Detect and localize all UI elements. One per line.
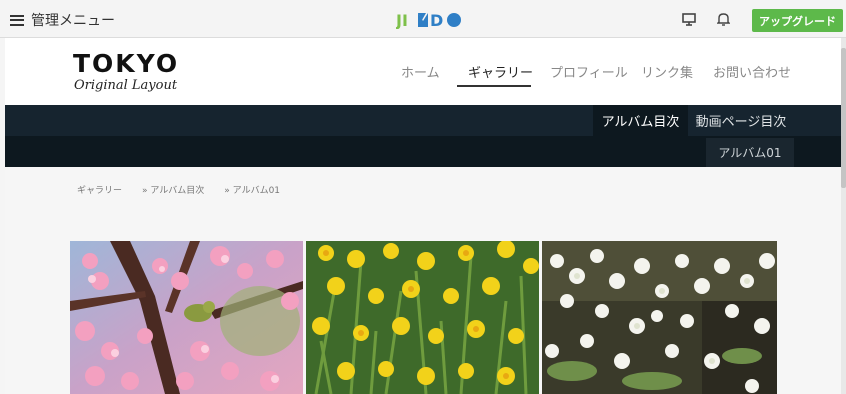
jimdo-logo-mark: JI D	[396, 11, 461, 29]
site-logo-main: TOKYO	[73, 49, 180, 78]
main-content: ギャラリー » アルバム目次 » アルバム01	[5, 167, 841, 394]
subnav-level2: アルバム01	[5, 136, 841, 167]
monitor-icon[interactable]	[679, 10, 699, 28]
scrollbar-thumb[interactable]	[841, 48, 846, 188]
subnav-album-index[interactable]: アルバム目次	[593, 105, 688, 136]
breadcrumb-gallery[interactable]: ギャラリー	[77, 183, 122, 196]
admin-bar: 管理メニュー JI D アップグレード	[0, 0, 846, 38]
upgrade-button[interactable]: アップグレード	[752, 9, 843, 32]
site-logo-sub: Original Layout	[74, 78, 178, 93]
subnav-level1: アルバム目次 動画ページ目次	[5, 105, 841, 136]
nav-item-gallery[interactable]: ギャラリー	[468, 62, 533, 81]
breadcrumb: ギャラリー » アルバム目次 » アルバム01	[77, 183, 280, 196]
svg-text:D: D	[430, 11, 443, 29]
breadcrumb-album-index[interactable]: » アルバム目次	[142, 183, 204, 196]
nav-active-indicator	[457, 85, 531, 87]
photo-cherry-blossom[interactable]	[70, 241, 303, 394]
photo-spirea[interactable]	[542, 241, 777, 394]
subnav-album01[interactable]: アルバム01	[706, 138, 794, 167]
svg-text:JI: JI	[396, 11, 408, 29]
photo-gallery	[70, 241, 777, 394]
photo-daffodils[interactable]	[306, 241, 539, 394]
admin-menu-button[interactable]: 管理メニュー	[10, 9, 115, 31]
nav-item-home[interactable]: ホーム	[401, 62, 440, 81]
site-header: TOKYO Original Layout ホーム ギャラリー プロフィール リ…	[5, 38, 841, 105]
breadcrumb-album01: » アルバム01	[224, 186, 281, 196]
nav-item-links[interactable]: リンク集	[641, 62, 693, 81]
bell-icon[interactable]	[713, 10, 733, 28]
admin-menu-label: 管理メニュー	[31, 13, 115, 29]
page-scrollbar[interactable]	[841, 38, 846, 394]
nav-item-profile[interactable]: プロフィール	[550, 62, 628, 81]
site-logo[interactable]: TOKYO Original Layout	[73, 49, 180, 94]
hamburger-icon	[10, 14, 24, 26]
jimdo-logo[interactable]: JI D	[396, 10, 464, 30]
subnav-video-index[interactable]: 動画ページ目次	[693, 105, 789, 136]
nav-item-contact[interactable]: お問い合わせ	[713, 62, 791, 81]
